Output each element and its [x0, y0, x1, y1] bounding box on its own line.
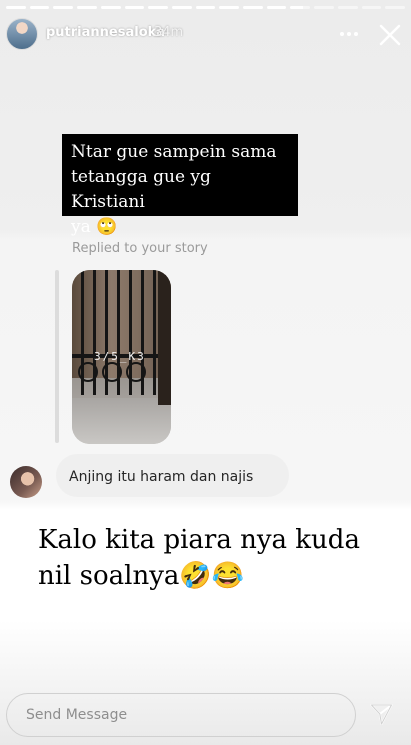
thumbnail-gate-ornament: [102, 362, 122, 382]
progress-segment: [6, 6, 26, 9]
progress-segment-fill: [171, 6, 192, 9]
progress-segment: [314, 6, 334, 9]
thumbnail-gate-ornament: [78, 362, 98, 382]
replied-label: Replied to your story: [72, 241, 208, 256]
close-icon[interactable]: [377, 22, 403, 48]
progress-segment: [148, 6, 168, 9]
progress-segment: [124, 6, 145, 9]
overlay-text: Kalo kita piara nya kuda nil soalnya🤣😂: [38, 525, 360, 591]
progress-segment-fill: [53, 6, 74, 9]
progress-segment-fill: [6, 6, 26, 9]
send-icon-shadow: [371, 704, 392, 725]
username[interactable]: putriannesaloka: [46, 25, 165, 40]
progress-segment: [100, 6, 121, 9]
progress-segment-fill: [243, 6, 263, 9]
progress-segment-fill: [290, 6, 304, 9]
progress-segment: [77, 6, 97, 9]
thumbnail-gate-ornament: [126, 362, 146, 382]
progress-segment: [29, 6, 50, 9]
story-header: putriannesaloka 34m: [0, 14, 411, 54]
caption-text: Ntar gue sampein sama tetangga gue yg Kr…: [71, 142, 277, 237]
progress-segment: [195, 6, 216, 9]
progress-segment-fill: [77, 6, 97, 9]
replied-story-thumbnail[interactable]: 3/5_K3: [72, 270, 171, 444]
story-progress: [6, 6, 405, 9]
progress-segment: [53, 6, 74, 9]
post-time: 34m: [154, 25, 184, 40]
thumbnail-sticker-text: 3/5_K3: [94, 350, 146, 363]
thumbnail-door-post: [158, 270, 171, 405]
progress-segment: [337, 6, 358, 9]
thumbnail-floor: [72, 398, 171, 444]
reply-divider: [55, 270, 59, 443]
progress-segment: [219, 6, 240, 9]
progress-segment-fill: [148, 6, 168, 9]
progress-segment-fill: [195, 6, 216, 9]
more-horizontal-icon[interactable]: [337, 24, 361, 44]
progress-segment: [361, 6, 382, 9]
progress-segment-fill: [124, 6, 145, 9]
sender-avatar[interactable]: [10, 466, 42, 498]
progress-segment: [290, 6, 311, 9]
avatar[interactable]: [6, 18, 38, 50]
message-bubble: Anjing itu haram dan najis: [56, 454, 289, 497]
progress-segment-fill: [219, 6, 240, 9]
message-text: Anjing itu haram dan najis: [69, 469, 254, 485]
progress-segment: [385, 6, 405, 9]
progress-segment: [243, 6, 263, 9]
send-message-input[interactable]: [7, 694, 355, 736]
progress-segment-fill: [266, 6, 287, 9]
send-message-box[interactable]: [6, 693, 356, 737]
progress-segment-fill: [100, 6, 121, 9]
caption-box: Ntar gue sampein sama tetangga gue yg Kr…: [62, 134, 298, 237]
progress-segment: [171, 6, 192, 9]
progress-segment-fill: [29, 6, 50, 9]
story-viewer[interactable]: putriannesaloka 34m Ntar gue sampein sam…: [0, 0, 411, 745]
progress-segment: [266, 6, 287, 9]
